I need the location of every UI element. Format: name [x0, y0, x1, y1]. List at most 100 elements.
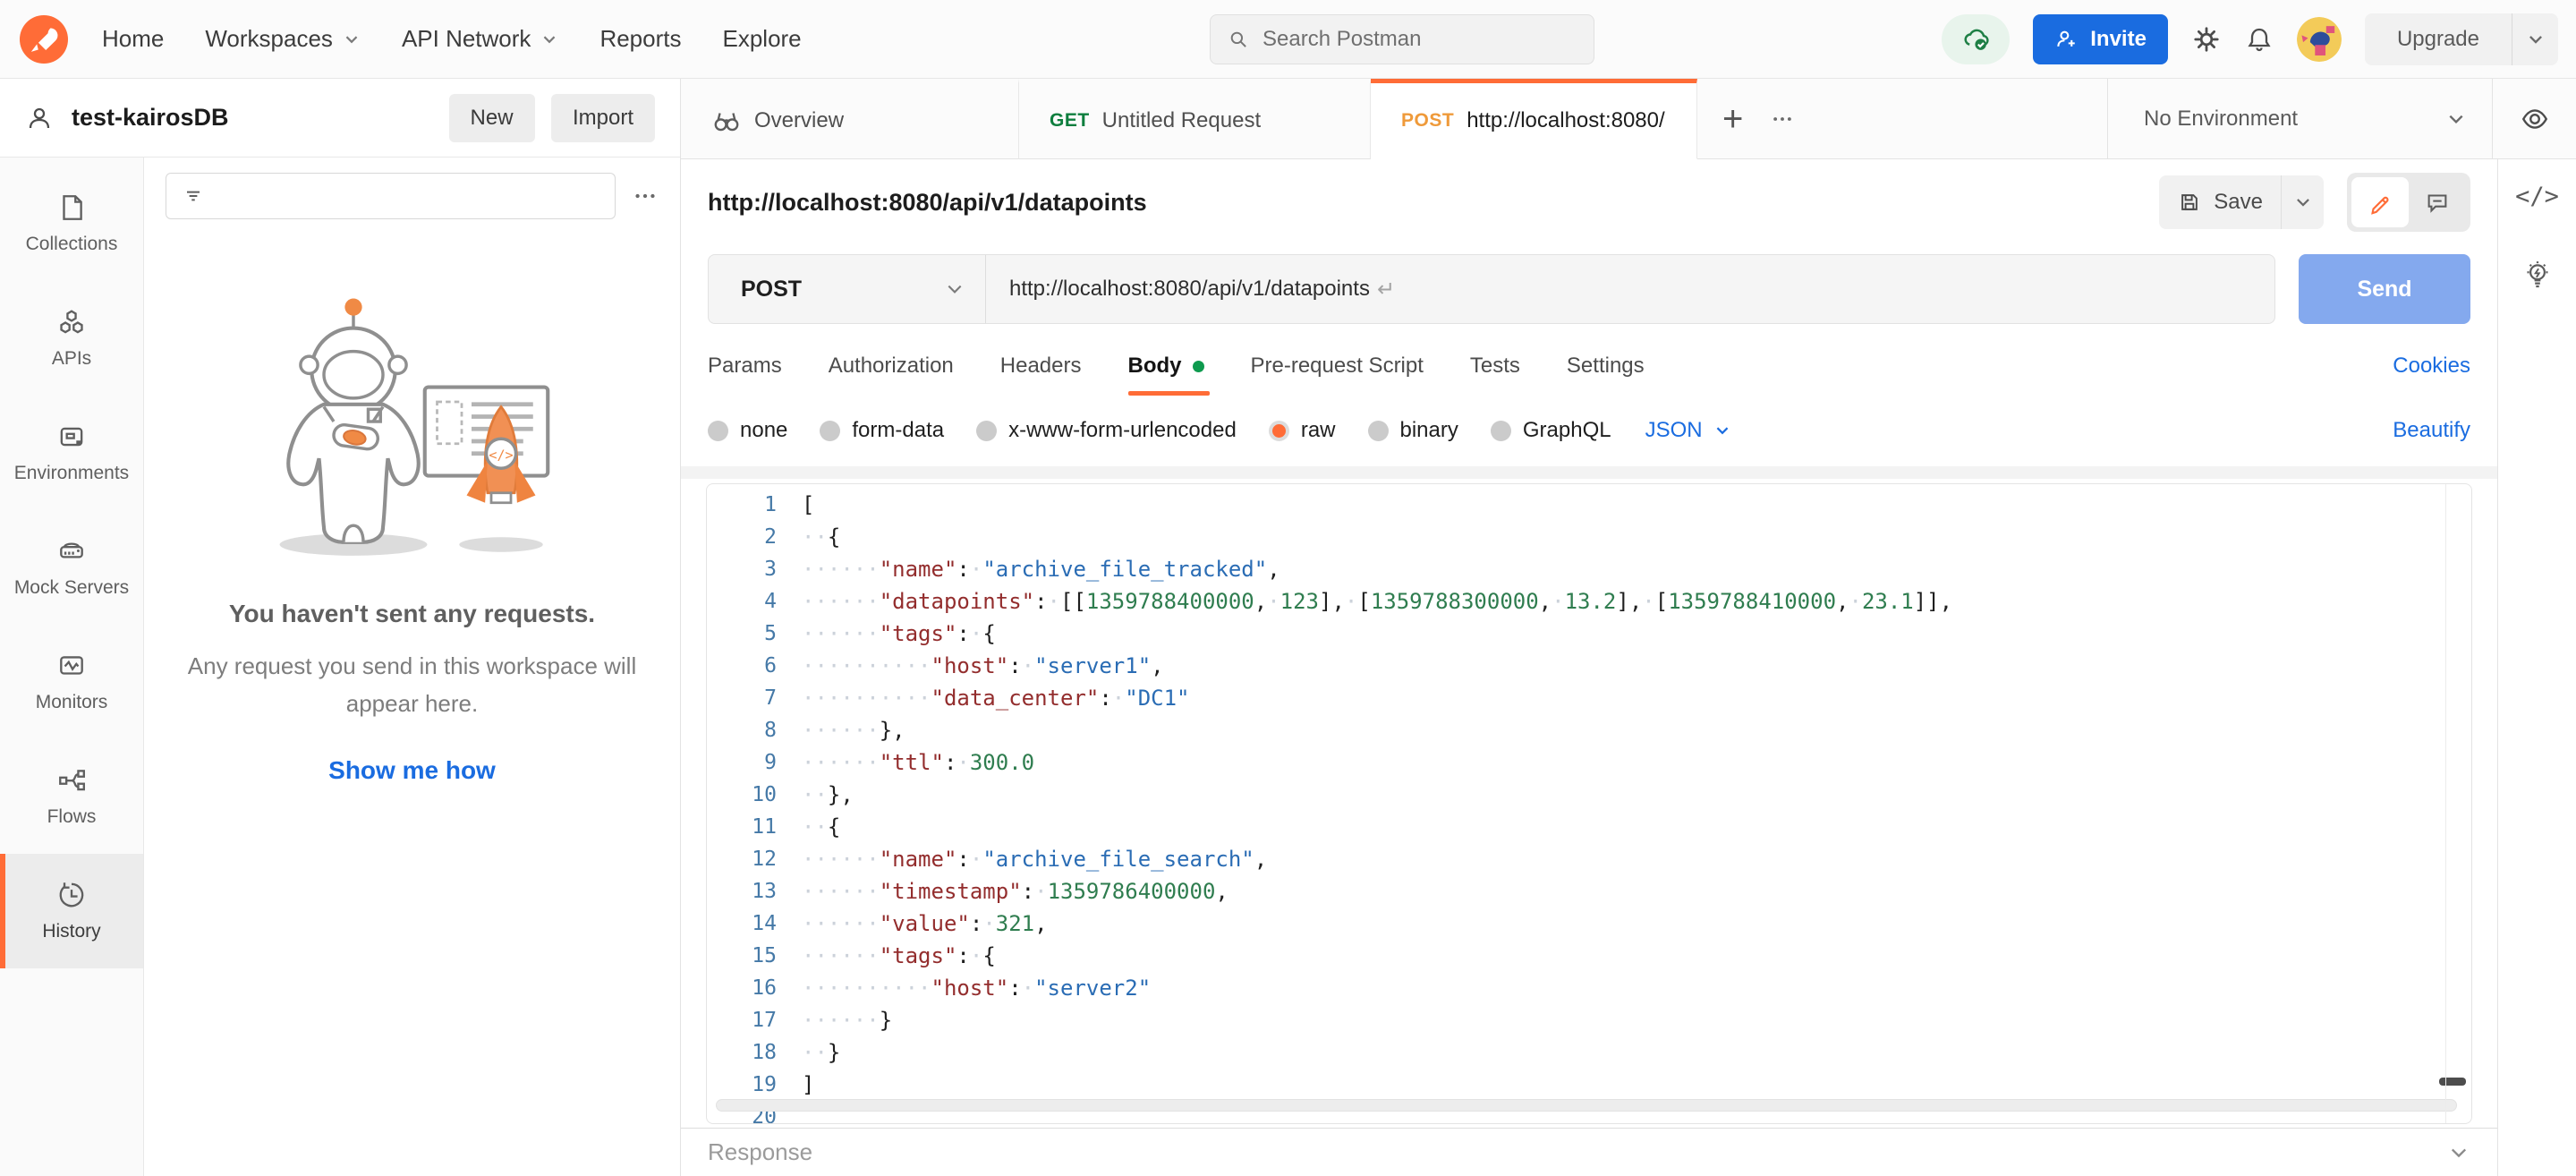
- line-number: 18: [707, 1041, 777, 1064]
- cookies-link[interactable]: Cookies: [2393, 354, 2470, 379]
- flows-icon: [56, 765, 87, 796]
- show-me-how-link[interactable]: Show me how: [328, 756, 496, 785]
- comments-button[interactable]: [2409, 177, 2466, 227]
- sidebar-item-environments[interactable]: Environments: [0, 396, 143, 510]
- monitors-icon: [56, 651, 87, 681]
- body-mode-label: none: [740, 418, 787, 443]
- workspace-name[interactable]: test-kairosDB: [72, 104, 431, 132]
- code-text: ··········"host":·"server1",: [802, 653, 1164, 678]
- line-number: 9: [707, 751, 777, 774]
- postman-logo[interactable]: [20, 15, 68, 64]
- method-selector[interactable]: POST: [709, 255, 986, 323]
- code-text: ······"tags":·{: [802, 943, 996, 968]
- sidebar-item-label: History: [42, 921, 100, 942]
- sync-status-button[interactable]: [1942, 14, 2010, 64]
- top-navbar: HomeWorkspacesAPI NetworkReportsExplore …: [0, 0, 2576, 79]
- workspace-person-icon: [25, 104, 54, 132]
- save-button[interactable]: Save: [2159, 175, 2281, 229]
- body-mode-label: GraphQL: [1523, 418, 1611, 443]
- url-input[interactable]: http://localhost:8080/api/v1/datapoints …: [986, 277, 1395, 303]
- nav-item-label: Explore: [722, 25, 801, 53]
- body-mode-none[interactable]: none: [708, 418, 787, 443]
- history-filter-field[interactable]: [166, 173, 616, 219]
- global-search[interactable]: [1210, 14, 1594, 64]
- radio-icon: [1269, 421, 1289, 441]
- nav-item-reports[interactable]: Reports: [599, 25, 681, 53]
- nav-item-api-network[interactable]: API Network: [402, 25, 559, 53]
- request-tab-settings[interactable]: Settings: [1543, 333, 1668, 399]
- request-tab-headers[interactable]: Headers: [977, 333, 1105, 399]
- response-section-header[interactable]: Response: [681, 1128, 2497, 1176]
- line-number: 8: [707, 719, 777, 742]
- request-tab-tests[interactable]: Tests: [1447, 333, 1543, 399]
- code-line: 9······"ttl":·300.0: [707, 746, 2471, 779]
- request-tab-label: Tests: [1470, 354, 1520, 379]
- comment-icon: [2424, 189, 2451, 216]
- editor-resize-divider[interactable]: [681, 462, 2497, 483]
- body-has-content-dot: [1193, 361, 1204, 372]
- navbar-right-cluster: Invite Upgrade: [1942, 0, 2558, 78]
- code-line: 16··········"host":·"server2": [707, 972, 2471, 1004]
- nav-item-label: Workspaces: [205, 25, 333, 53]
- sidebar-item-monitors[interactable]: Monitors: [0, 625, 143, 739]
- empty-state-title: You haven't sent any requests.: [229, 600, 595, 628]
- body-language-selector[interactable]: JSON: [1645, 418, 1731, 443]
- nav-item-home[interactable]: Home: [102, 25, 164, 53]
- body-mode-x-www-form-urlencoded[interactable]: x-www-form-urlencoded: [976, 418, 1237, 443]
- code-snippet-panel-icon[interactable]: </>: [2515, 183, 2559, 210]
- lightbulb-icon[interactable]: [2521, 259, 2554, 291]
- request-body-editor[interactable]: 1[2··{3······"name":·"archive_file_track…: [706, 483, 2472, 1124]
- tab-more-options-icon[interactable]: [1770, 107, 1795, 132]
- request-tab-pre-request-script[interactable]: Pre-request Script: [1228, 333, 1447, 399]
- body-mode-raw[interactable]: raw: [1269, 418, 1336, 443]
- upgrade-chevron-button[interactable]: [2512, 13, 2558, 65]
- code-text: ······}: [802, 1008, 892, 1033]
- save-options-button[interactable]: [2281, 175, 2324, 229]
- new-button[interactable]: New: [449, 94, 535, 142]
- user-avatar[interactable]: [2297, 17, 2342, 62]
- import-button[interactable]: Import: [551, 94, 655, 142]
- tab-post-localhost[interactable]: POST http://localhost:8080/: [1371, 79, 1697, 159]
- sidebar-item-apis[interactable]: APIs: [0, 281, 143, 396]
- request-tab-params[interactable]: Params: [708, 333, 805, 399]
- nav-item-explore[interactable]: Explore: [722, 25, 801, 53]
- method-badge-get: GET: [1050, 110, 1090, 132]
- invite-button[interactable]: Invite: [2033, 14, 2168, 64]
- sidebar-item-mock-servers[interactable]: Mock Servers: [0, 510, 143, 625]
- sidebar-item-collections[interactable]: Collections: [0, 166, 143, 281]
- environment-selector[interactable]: No Environment: [2108, 79, 2492, 158]
- line-number: 15: [707, 944, 777, 967]
- url-builder: POST http://localhost:8080/api/v1/datapo…: [708, 254, 2275, 324]
- history-more-options-icon[interactable]: [632, 183, 659, 209]
- code-text: ······"datapoints":·[[1359788400000,·123…: [802, 589, 1952, 614]
- line-number: 7: [707, 686, 777, 710]
- new-tab-button[interactable]: +: [1722, 101, 1743, 137]
- editor-horizontal-scrollbar[interactable]: [716, 1099, 2457, 1112]
- tab-get-untitled-request[interactable]: GET Untitled Request: [1019, 79, 1371, 159]
- body-mode-label: form-data: [852, 418, 944, 443]
- send-button[interactable]: Send: [2299, 254, 2470, 324]
- body-mode-binary[interactable]: binary: [1368, 418, 1458, 443]
- notifications-bell-icon[interactable]: [2245, 25, 2274, 54]
- settings-gear-icon[interactable]: [2191, 24, 2222, 55]
- body-mode-label: x-www-form-urlencoded: [1008, 418, 1237, 443]
- beautify-link[interactable]: Beautify: [2393, 418, 2470, 443]
- upgrade-button[interactable]: Upgrade: [2365, 13, 2512, 65]
- request-tab-body[interactable]: Body: [1105, 333, 1228, 399]
- body-mode-graphql[interactable]: GraphQL: [1491, 418, 1611, 443]
- filter-icon: [181, 183, 206, 209]
- environment-quick-look-button[interactable]: [2492, 79, 2576, 158]
- sidebar-item-flows[interactable]: Flows: [0, 739, 143, 854]
- sidebar-item-history[interactable]: History: [0, 854, 143, 968]
- body-mode-form-data[interactable]: form-data: [820, 418, 944, 443]
- code-line: 12······"name":·"archive_file_search",: [707, 843, 2471, 875]
- nav-item-workspaces[interactable]: Workspaces: [205, 25, 361, 53]
- request-tab-authorization[interactable]: Authorization: [805, 333, 977, 399]
- tab-overview[interactable]: Overview: [681, 79, 1019, 159]
- request-tabbar: Overview GET Untitled Request POST http:…: [681, 79, 2576, 159]
- edit-mode-button[interactable]: [2351, 177, 2409, 227]
- search-input[interactable]: [1262, 27, 1577, 52]
- tab-get-label: Untitled Request: [1102, 108, 1261, 133]
- editor-scrollbar-thumb[interactable]: [2439, 1078, 2466, 1086]
- filter-input[interactable]: [217, 184, 600, 208]
